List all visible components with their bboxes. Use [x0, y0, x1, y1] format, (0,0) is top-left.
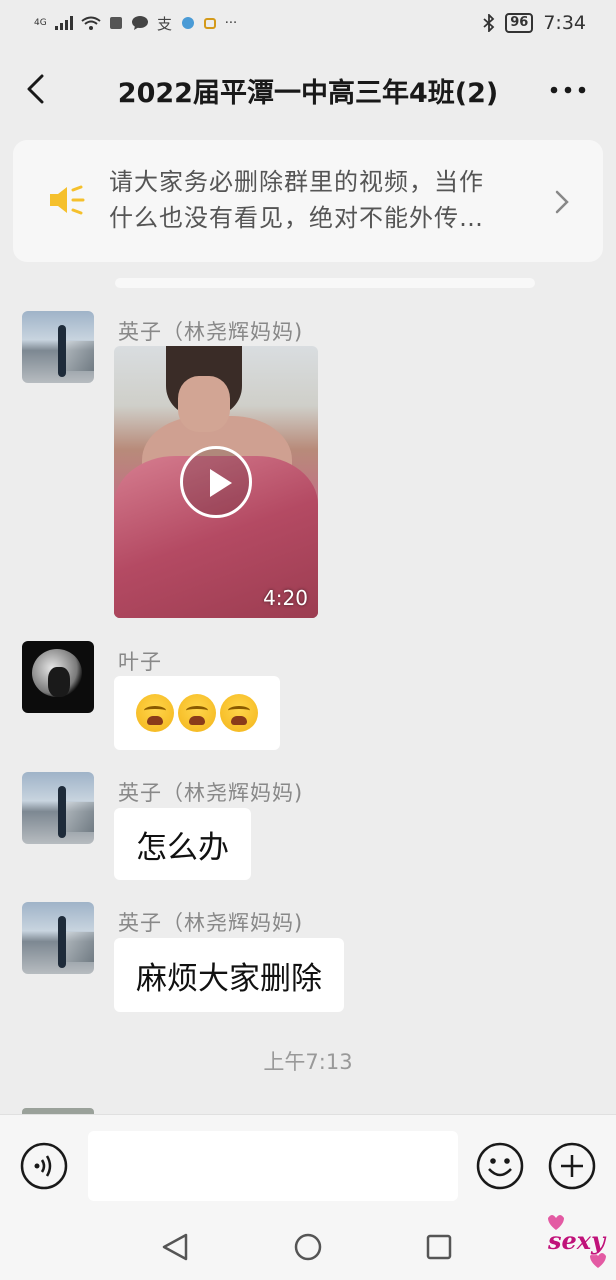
group-announcement[interactable]: 请大家务必删除群里的视频，当作 什么也没有看见，绝对不能外传…	[13, 140, 603, 262]
speaker-icon	[50, 185, 85, 215]
sender-name: 叶子	[118, 650, 162, 674]
avatar[interactable]	[22, 641, 94, 713]
battery-indicator: 96	[505, 13, 534, 33]
sender-name: 英子（林尧辉妈妈)	[118, 911, 304, 935]
avatar[interactable]	[22, 772, 94, 844]
sender-name: 英子（林尧辉妈妈)	[118, 781, 304, 805]
announcement-line-1: 请大家务必删除群里的视频，当作	[109, 168, 484, 196]
back-arrow-icon[interactable]	[22, 74, 52, 104]
wifi-icon	[81, 16, 101, 30]
clock: 7:34	[543, 12, 586, 34]
nav-recent-apps-icon[interactable]	[424, 1232, 454, 1262]
emoji-picker-icon[interactable]	[476, 1142, 524, 1190]
scroll-divider	[115, 278, 535, 288]
chat-notification-icon	[131, 16, 148, 30]
signal-icon	[54, 16, 73, 30]
text-message-bubble[interactable]: 麻烦大家删除	[114, 938, 344, 1012]
more-notifications-icon: ···	[224, 15, 238, 31]
alipay-notification-icon: 支	[157, 15, 172, 31]
system-nav-bar	[0, 1212, 616, 1280]
more-options-icon[interactable]	[550, 84, 586, 96]
text-message-bubble[interactable]: 怎么办	[114, 808, 251, 880]
crying-laughing-emoji-icon	[178, 694, 216, 732]
message-text: 怎么办	[136, 829, 229, 866]
announcement-line-2: 什么也没有看见，绝对不能外传…	[109, 204, 484, 232]
app-notification-icon	[109, 17, 122, 29]
plus-icon[interactable]	[548, 1142, 596, 1190]
message-timestamp: 上午7:13	[263, 1050, 353, 1074]
chat-title: 2022届平潭一中高三年4班(2)	[117, 78, 499, 109]
crying-laughing-emoji-icon	[220, 694, 258, 732]
svg-text:支: 支	[157, 15, 172, 31]
emoji-message-bubble[interactable]	[114, 676, 280, 750]
avatar[interactable]	[22, 902, 94, 974]
status-bar: 4G 支 ··· 96 7:34	[0, 0, 616, 46]
chevron-right-icon	[555, 190, 569, 214]
sender-name: 英子（林尧辉妈妈)	[118, 320, 304, 344]
message-text: 麻烦大家删除	[136, 960, 322, 997]
watermark-text: sexy	[548, 1226, 606, 1255]
status-icons: 4G 支 ···	[34, 15, 237, 31]
voice-input-icon[interactable]	[20, 1142, 68, 1190]
video-message[interactable]: 4:20	[114, 346, 318, 618]
message-input[interactable]	[88, 1131, 458, 1201]
input-bar	[0, 1114, 616, 1212]
title-bar: 2022届平潭一中高三年4班(2)	[0, 46, 616, 134]
cup-notification-icon	[203, 18, 216, 29]
signal-label: 4G	[34, 18, 47, 28]
crying-laughing-emoji-icon	[136, 694, 174, 732]
avatar[interactable]	[22, 311, 94, 383]
bubble-notification-icon	[181, 17, 194, 29]
nav-back-icon[interactable]	[160, 1232, 190, 1262]
play-icon[interactable]	[180, 446, 252, 518]
video-duration: 4:20	[263, 586, 308, 610]
nav-home-icon[interactable]	[293, 1232, 323, 1262]
bluetooth-icon	[483, 14, 495, 32]
announcement-text: 请大家务必删除群里的视频，当作 什么也没有看见，绝对不能外传…	[109, 164, 539, 236]
status-right: 96 7:34	[483, 12, 586, 34]
